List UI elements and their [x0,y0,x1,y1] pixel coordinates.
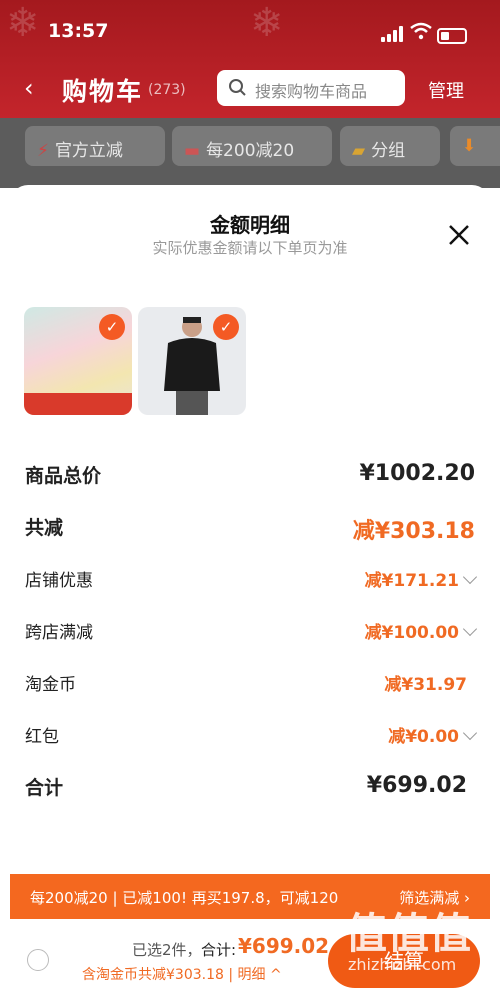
select-all-radio[interactable] [27,949,49,971]
sheet-title: 金额明细 [210,213,290,237]
row-cross-store[interactable]: 跨店满减 减¥100.00 [25,618,478,648]
amount-detail-sheet: 金额明细 实际优惠金额请以下单页为准 ✓ ✓ 商品总价 ¥1002.20 共减 … [10,185,490,993]
cart-count: (273) [148,82,186,98]
search-input[interactable]: 搜索购物车商品 [217,70,405,106]
cart-screen: ❄ ❄ 13:57 ‹ 购物车 (273) 搜索购物车商品 管理 ⚡ 官方立减 ▬… [0,0,500,993]
thumbnail-banner [24,393,132,415]
row-value: 减¥31.97 [384,675,467,695]
chip-label: 分组 [371,141,406,161]
row-label: 红包 [25,727,59,747]
row-goods-total: 商品总价 ¥1002.20 [25,461,475,491]
total-value: ¥699.02 [238,934,330,958]
row-value: ¥699.02 [366,773,467,798]
chip-label: 每200减20 [206,141,295,161]
status-bar: 13:57 [0,14,500,54]
signal-icon [381,26,405,42]
nav-bar: ‹ 购物车 (273) 搜索购物车商品 管理 [0,70,500,110]
row-label: 跨店满减 [25,623,93,643]
back-arrow-icon[interactable]: ‹ [24,74,34,102]
filter-chip-bar: ⚡ 官方立减 ▬ 每200减20 ▰ 分组 ⬇ [0,118,500,188]
close-icon[interactable] [447,223,471,247]
row-label: 合计 [25,777,64,799]
status-time: 13:57 [48,20,109,42]
chevron-down-icon[interactable] [462,569,478,585]
row-label: 淘金币 [25,675,76,695]
saved-detail-toggle[interactable]: 含淘金币共减¥303.18 | 明细 ^ [82,964,282,984]
selected-check-icon[interactable]: ✓ [99,314,125,340]
product-thumbnail-bags[interactable]: ✓ [24,307,132,415]
sheet-subtitle: 实际优惠金额请以下单页为准 [152,239,348,257]
search-placeholder: 搜索购物车商品 [255,82,368,101]
row-taojinbi: 淘金币 减¥31.97 [25,670,475,700]
chip-label: 官方立减 [54,141,123,161]
chip-per200-off20[interactable]: ▬ 每200减20 [172,126,332,166]
header: ❄ ❄ 13:57 ‹ 购物车 (273) 搜索购物车商品 管理 [0,0,500,120]
chip-group[interactable]: ▰ 分组 [340,126,440,166]
folder-icon: ▰ [352,141,366,161]
selected-check-icon[interactable]: ✓ [213,314,239,340]
row-label: 店铺优惠 [25,571,93,591]
wifi-icon [410,22,432,40]
row-grand-total: 合计 ¥699.02 [25,773,475,803]
page-title: 购物车 [62,77,144,106]
search-icon [229,79,246,96]
watermark-logo: 值值值 [345,909,472,958]
row-value: 减¥0.00 [388,727,459,747]
row-red-packet[interactable]: 红包 减¥0.00 [25,722,478,752]
lightning-icon: ⚡ [37,141,49,161]
chip-more[interactable]: ⬇ [450,126,500,166]
manage-button[interactable]: 管理 [428,77,464,103]
row-value: ¥1002.20 [359,461,475,486]
arrow-down-icon: ⬇ [462,136,477,156]
row-shop-discount[interactable]: 店铺优惠 减¥171.21 [25,566,478,596]
coupon-icon: ▬ [184,141,201,161]
chevron-down-icon[interactable] [462,621,478,637]
chip-official-discount[interactable]: ⚡ 官方立减 [25,126,165,166]
row-label: 商品总价 [25,465,102,487]
total-label: 合计: [201,941,237,959]
product-thumbnail-jacket[interactable]: ✓ [138,307,246,415]
row-value: 减¥171.21 [364,571,459,591]
row-value: 减¥100.00 [364,623,459,643]
selected-count: 已选2件， [132,941,202,959]
row-label: 共减 [25,517,64,539]
battery-icon [437,28,467,44]
row-value: 减¥303.18 [352,519,475,544]
chevron-down-icon[interactable] [462,725,478,741]
watermark-site: zhizhizhi.com [348,955,457,974]
promo-text: 每200减20 | 已减100! 再买197.8，可减120 [30,889,339,907]
row-total-discount: 共减 减¥303.18 [25,513,475,544]
